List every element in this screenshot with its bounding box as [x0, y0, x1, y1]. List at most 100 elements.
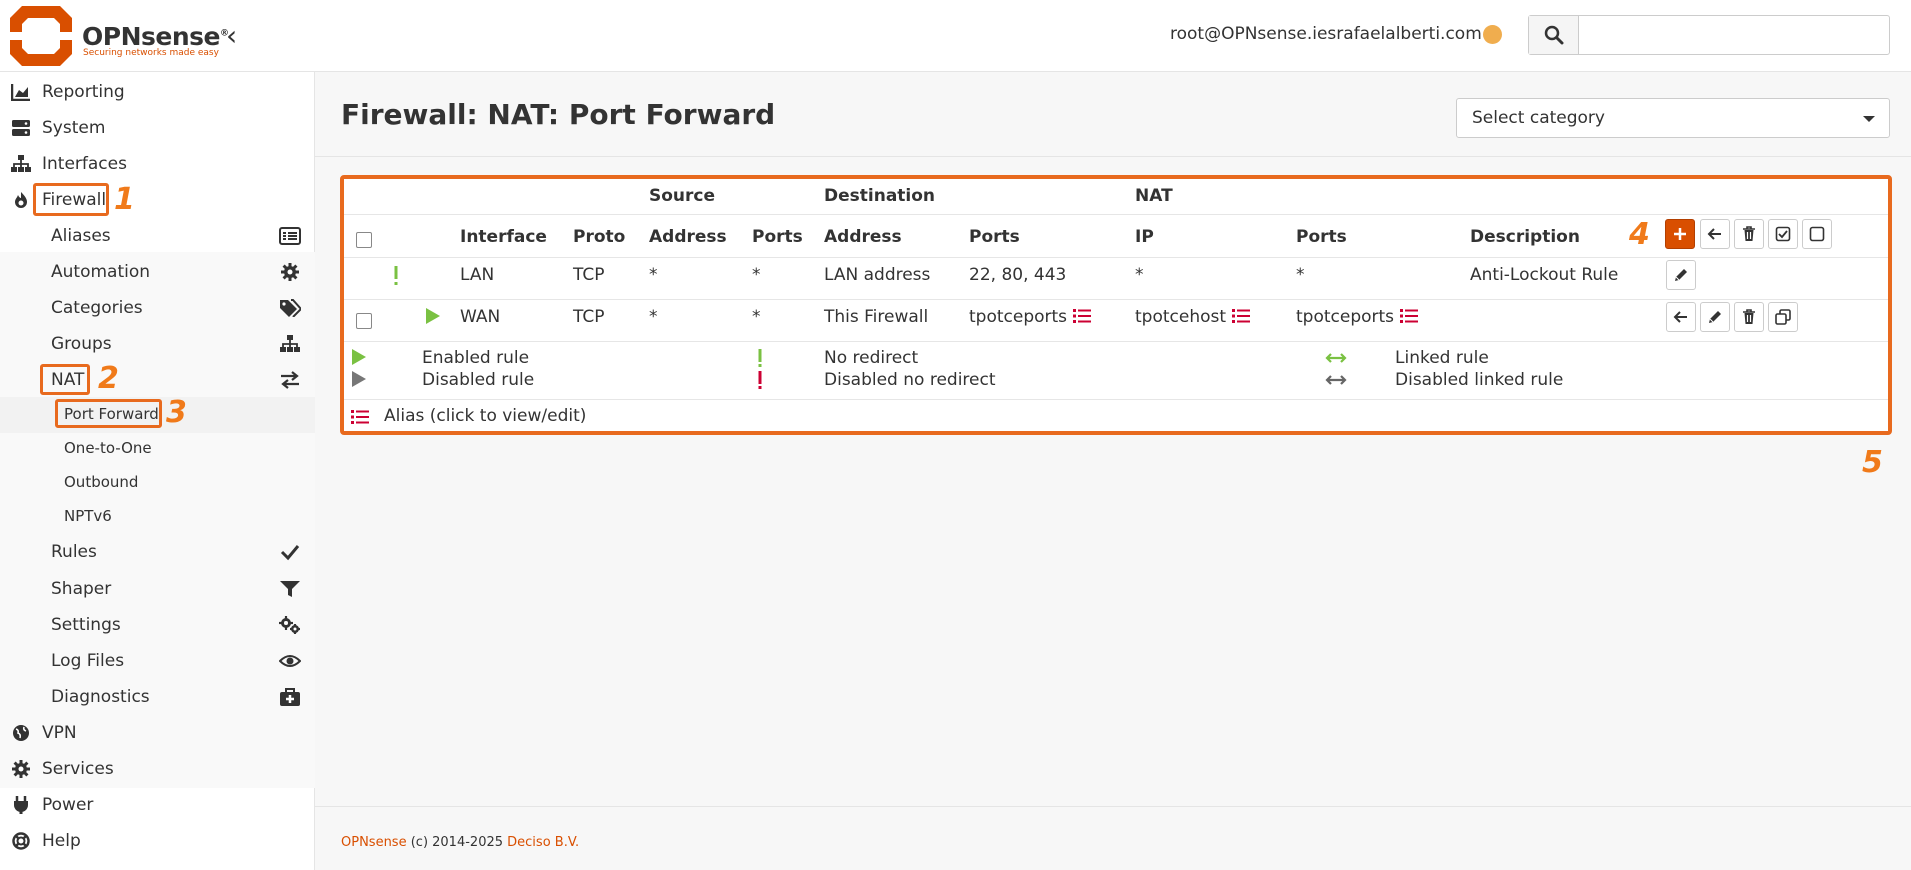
group-header-destination: Destination: [824, 186, 936, 206]
legend-no-redirect: No redirect: [824, 348, 919, 368]
sidebar-item-log-files[interactable]: Log Files: [0, 643, 315, 679]
plus-icon: [1674, 228, 1686, 240]
row-divider: [344, 341, 1888, 342]
category-select[interactable]: Select category: [1456, 98, 1890, 138]
linked-rule-icon: [1325, 353, 1347, 363]
tags-icon: [280, 299, 301, 317]
footer-brand-link[interactable]: OPNsense: [341, 835, 407, 850]
enable-selected-button[interactable]: [1768, 219, 1798, 249]
sidebar-item-label: Diagnostics: [51, 687, 150, 707]
user-label[interactable]: root@OPNsense.iesrafaelalberti.com: [1170, 24, 1482, 44]
column-header-nat-ports[interactable]: Ports: [1296, 227, 1347, 247]
gear-icon: [281, 263, 299, 281]
column-header-destination-ports[interactable]: Ports: [969, 227, 1020, 247]
status-dot-icon: [1483, 25, 1502, 44]
sidebar-item-label: Power: [42, 795, 94, 815]
legend-disabled-no-redirect: Disabled no redirect: [824, 370, 996, 390]
row-nat-ip-cell[interactable]: tpotcehost: [1135, 307, 1251, 327]
alias-list-icon[interactable]: [1232, 308, 1251, 324]
cogs-icon: [279, 616, 300, 634]
sidebar-item-nat[interactable]: NAT: [0, 362, 315, 398]
move-selected-button[interactable]: [1700, 219, 1730, 249]
select-all-checkbox[interactable]: [356, 232, 372, 248]
sidebar-item-services[interactable]: Services: [0, 751, 315, 787]
no-redirect-icon: [758, 349, 762, 367]
sidebar-item-label: Services: [42, 759, 114, 779]
collapse-sidebar-icon[interactable]: ‹: [226, 22, 237, 50]
column-header-source-ports[interactable]: Ports: [752, 227, 803, 247]
annotation-step-2: 2: [98, 361, 119, 396]
sidebar-item-aliases[interactable]: Aliases: [0, 218, 315, 254]
life-ring-icon: [12, 832, 30, 850]
add-rule-button[interactable]: [1665, 219, 1695, 249]
sidebar-item-vpn[interactable]: VPN: [0, 715, 315, 751]
filter-icon: [280, 581, 300, 597]
sidebar-item-label: Shaper: [51, 579, 112, 599]
edit-rule-button[interactable]: [1666, 260, 1696, 290]
footer: OPNsense (c) 2014-2025 Deciso B.V.: [315, 806, 1911, 870]
column-header-source-address[interactable]: Address: [649, 227, 727, 247]
category-select-label: Select category: [1472, 108, 1605, 128]
brand-tagline: Securing networks made easy: [83, 48, 219, 58]
row-source-address: *: [649, 265, 658, 285]
clone-rule-button[interactable]: [1768, 302, 1798, 332]
legend-alias: Alias (click to view/edit): [384, 406, 587, 426]
sidebar-item-rules[interactable]: Rules: [0, 534, 315, 570]
row-nat-ports-cell[interactable]: tpotceports: [1296, 307, 1419, 327]
sidebar-item-automation[interactable]: Automation: [0, 254, 315, 290]
sidebar-item-firewall[interactable]: Firewall: [0, 182, 315, 218]
row-checkbox[interactable]: [356, 313, 372, 329]
cog-icon: [12, 760, 30, 778]
column-header-nat-ip[interactable]: IP: [1135, 227, 1154, 247]
sidebar-item-diagnostics[interactable]: Diagnostics: [0, 679, 315, 715]
sidebar-item-interfaces[interactable]: Interfaces: [0, 146, 315, 182]
row-description: Anti-Lockout Rule: [1470, 265, 1619, 285]
square-icon: [1809, 226, 1825, 242]
disabled-rule-icon: [352, 371, 366, 387]
row-destination-address: LAN address: [824, 265, 931, 285]
delete-rule-button[interactable]: [1734, 302, 1764, 332]
search-input[interactable]: [1580, 16, 1889, 54]
opnsense-logo-icon[interactable]: [10, 6, 72, 66]
search-button[interactable]: [1529, 16, 1579, 54]
sidebar-item-one-to-one[interactable]: One-to-One: [0, 431, 315, 467]
search-box: [1528, 15, 1890, 55]
column-header-proto[interactable]: Proto: [573, 227, 625, 247]
sidebar-item-shaper[interactable]: Shaper: [0, 571, 315, 607]
row-destination-ports-cell[interactable]: tpotceports: [969, 307, 1092, 327]
sidebar-item-settings[interactable]: Settings: [0, 607, 315, 643]
delete-selected-button[interactable]: [1734, 219, 1764, 249]
legend-disabled-linked-rule: Disabled linked rule: [1395, 370, 1564, 390]
column-header-description[interactable]: Description: [1470, 227, 1580, 247]
row-destination-address: This Firewall: [824, 307, 929, 327]
sidebar-item-help[interactable]: Help: [0, 823, 315, 859]
server-icon: [12, 120, 30, 136]
sidebar-item-groups[interactable]: Groups: [0, 326, 315, 362]
row-destination-ports: tpotceports: [969, 307, 1068, 327]
alias-list-icon[interactable]: [1073, 308, 1092, 324]
edit-rule-button[interactable]: [1700, 302, 1730, 332]
column-header-interface[interactable]: Interface: [460, 227, 547, 247]
sidebar-item-categories[interactable]: Categories: [0, 290, 315, 326]
medkit-icon: [280, 688, 300, 706]
disable-selected-button[interactable]: [1802, 219, 1832, 249]
pencil-icon: [1709, 311, 1721, 323]
sidebar-item-system[interactable]: System: [0, 110, 315, 146]
footer-company-link[interactable]: Deciso B.V.: [507, 835, 579, 850]
alias-list-icon[interactable]: [1400, 308, 1419, 324]
group-header-source: Source: [649, 186, 716, 206]
globe-icon: [13, 725, 29, 741]
sidebar-item-power[interactable]: Power: [0, 787, 315, 823]
annotation-step-3: 3: [166, 395, 187, 430]
row-divider: [344, 299, 1888, 300]
sidebar-item-port-forward[interactable]: Port Forward: [0, 397, 315, 433]
sidebar-item-nptv6[interactable]: NPTv6: [0, 499, 315, 535]
disabled-linked-rule-icon: [1325, 375, 1347, 385]
sidebar-item-outbound[interactable]: Outbound: [0, 465, 315, 501]
move-before-button[interactable]: [1666, 302, 1696, 332]
check-icon: [280, 545, 300, 561]
fire-icon: [15, 192, 27, 208]
sidebar-item-reporting[interactable]: Reporting: [0, 74, 315, 110]
column-header-destination-address[interactable]: Address: [824, 227, 902, 247]
sidebar-item-label: System: [42, 118, 106, 138]
